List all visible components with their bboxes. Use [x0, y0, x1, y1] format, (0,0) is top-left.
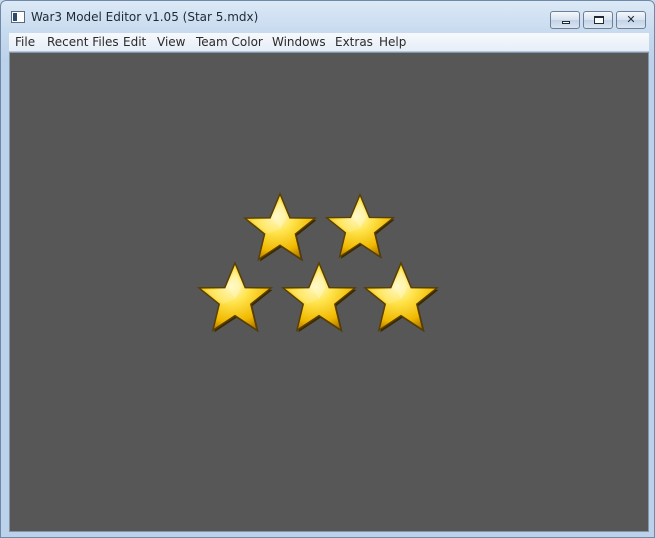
star-icon: [326, 194, 396, 260]
menu-edit[interactable]: Edit: [123, 35, 146, 49]
maximize-icon: [594, 16, 604, 24]
model-render: [198, 193, 440, 334]
star-icon: [198, 262, 274, 334]
menu-team-color[interactable]: Team Color: [196, 35, 263, 49]
app-window: War3 Model Editor v1.05 (Star 5.mdx) ✕ F…: [0, 0, 655, 538]
minimize-button[interactable]: [550, 11, 580, 29]
star-icon: [364, 262, 440, 334]
close-button[interactable]: ✕: [616, 11, 646, 29]
menu-view[interactable]: View: [157, 35, 185, 49]
menu-bar: File Recent Files Edit View Team Color W…: [9, 33, 649, 52]
maximize-button[interactable]: [583, 11, 613, 29]
title-bar[interactable]: War3 Model Editor v1.05 (Star 5.mdx) ✕: [1, 1, 654, 31]
model-viewport[interactable]: [9, 52, 649, 532]
menu-extras[interactable]: Extras: [335, 35, 373, 49]
star-icon: [244, 193, 318, 263]
minimize-icon: [562, 21, 570, 24]
window-title: War3 Model Editor v1.05 (Star 5.mdx): [31, 10, 259, 24]
menu-windows[interactable]: Windows: [272, 35, 326, 49]
menu-recent-files[interactable]: Recent Files: [47, 35, 119, 49]
menu-file[interactable]: File: [15, 35, 35, 49]
app-icon[interactable]: [11, 11, 25, 23]
close-icon: ✕: [626, 13, 636, 26]
star-icon: [282, 262, 358, 334]
menu-help[interactable]: Help: [379, 35, 406, 49]
